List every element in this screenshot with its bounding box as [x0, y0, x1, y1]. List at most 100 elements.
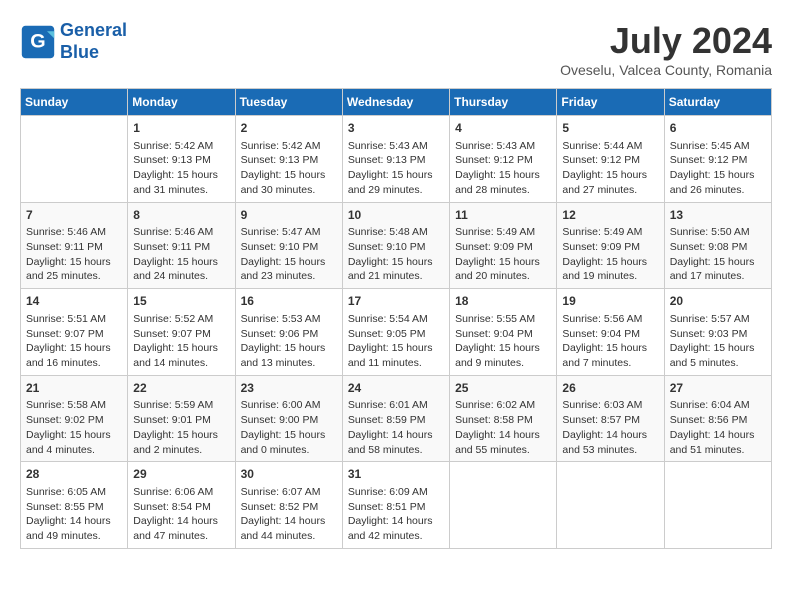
day-number: 27 — [670, 380, 766, 397]
calendar-cell: 29 Sunrise: 6:06 AMSunset: 8:54 PMDayligh… — [128, 462, 235, 549]
day-info: Sunrise: 6:04 AMSunset: 8:56 PMDaylight:… — [670, 398, 766, 457]
calendar-cell: 21Sunrise: 5:58 AMSunset: 9:02 PMDayligh… — [21, 375, 128, 462]
calendar-cell: 23Sunrise: 6:00 AMSunset: 9:00 PMDayligh… — [235, 375, 342, 462]
day-info: Sunrise: 5:55 AMSunset: 9:04 PMDaylight:… — [455, 312, 551, 371]
day-info: Sunrise: 5:45 AMSunset: 9:12 PMDaylight:… — [670, 139, 766, 198]
day-number: 10 — [348, 207, 444, 224]
calendar-cell: 27Sunrise: 6:04 AMSunset: 8:56 PMDayligh… — [664, 375, 771, 462]
calendar-cell: 12Sunrise: 5:49 AMSunset: 9:09 PMDayligh… — [557, 202, 664, 289]
weekday-header: Sunday — [21, 89, 128, 116]
logo-text: General Blue — [60, 20, 127, 63]
day-info: Sunrise: 5:56 AMSunset: 9:04 PMDaylight:… — [562, 312, 658, 371]
weekday-header: Thursday — [450, 89, 557, 116]
logo-icon: G — [20, 24, 56, 60]
day-number: 16 — [241, 293, 337, 310]
day-number: 30 — [241, 466, 337, 483]
day-info: Sunrise: 5:49 AMSunset: 9:09 PMDaylight:… — [455, 225, 551, 284]
day-info: Sunrise: 5:51 AMSunset: 9:07 PMDaylight:… — [26, 312, 122, 371]
calendar-cell: 9Sunrise: 5:47 AMSunset: 9:10 PMDaylight… — [235, 202, 342, 289]
calendar-cell: 25Sunrise: 6:02 AMSunset: 8:58 PMDayligh… — [450, 375, 557, 462]
day-number: 11 — [455, 207, 551, 224]
calendar-table: SundayMondayTuesdayWednesdayThursdayFrid… — [20, 88, 772, 549]
day-info: Sunrise: 5:46 AMSunset: 9:11 PMDaylight:… — [133, 225, 229, 284]
day-number: 14 — [26, 293, 122, 310]
calendar-cell — [664, 462, 771, 549]
day-info: Sunrise: 5:58 AMSunset: 9:02 PMDaylight:… — [26, 398, 122, 457]
day-info: Sunrise: 5:50 AMSunset: 9:08 PMDaylight:… — [670, 225, 766, 284]
calendar-cell — [557, 462, 664, 549]
day-info: Sunrise: 5:47 AMSunset: 9:10 PMDaylight:… — [241, 225, 337, 284]
day-info: Sunrise: 5:52 AMSunset: 9:07 PMDaylight:… — [133, 312, 229, 371]
calendar-cell: 17Sunrise: 5:54 AMSunset: 9:05 PMDayligh… — [342, 289, 449, 376]
calendar-cell: 4Sunrise: 5:43 AMSunset: 9:12 PMDaylight… — [450, 116, 557, 203]
day-number: 9 — [241, 207, 337, 224]
calendar-cell: 16 Sunrise: 5:53 AMSunset: 9:06 PMDayligh… — [235, 289, 342, 376]
day-info: Sunrise: 5:42 AMSunset: 9:13 PMDaylight:… — [133, 139, 229, 198]
calendar-cell: 7Sunrise: 5:46 AMSunset: 9:11 PMDaylight… — [21, 202, 128, 289]
weekday-header: Saturday — [664, 89, 771, 116]
calendar-cell: 5Sunrise: 5:44 AMSunset: 9:12 PMDaylight… — [557, 116, 664, 203]
title-block: July 2024 Oveselu, Valcea County, Romani… — [560, 20, 772, 78]
day-number: 26 — [562, 380, 658, 397]
page-header: G General Blue July 2024 Oveselu, Valcea… — [20, 20, 772, 78]
calendar-cell: 13Sunrise: 5:50 AMSunset: 9:08 PMDayligh… — [664, 202, 771, 289]
day-info: Sunrise: 6:03 AMSunset: 8:57 PMDaylight:… — [562, 398, 658, 457]
calendar-body: 1 Sunrise: 5:42 AMSunset: 9:13 PMDaylight… — [21, 116, 772, 549]
day-number: 2 — [241, 120, 337, 137]
day-number: 23 — [241, 380, 337, 397]
day-info: Sunrise: 5:53 AMSunset: 9:06 PMDaylight:… — [241, 312, 337, 371]
day-number: 1 — [133, 120, 229, 137]
calendar-cell: 10Sunrise: 5:48 AMSunset: 9:10 PMDayligh… — [342, 202, 449, 289]
month-title: July 2024 — [560, 20, 772, 62]
weekday-header: Wednesday — [342, 89, 449, 116]
day-info: Sunrise: 6:09 AMSunset: 8:51 PMDaylight:… — [348, 485, 444, 544]
day-info: Sunrise: 5:46 AMSunset: 9:11 PMDaylight:… — [26, 225, 122, 284]
calendar-cell: 26Sunrise: 6:03 AMSunset: 8:57 PMDayligh… — [557, 375, 664, 462]
day-info: Sunrise: 5:43 AMSunset: 9:13 PMDaylight:… — [348, 139, 444, 198]
day-number: 19 — [562, 293, 658, 310]
calendar-cell: 20Sunrise: 5:57 AMSunset: 9:03 PMDayligh… — [664, 289, 771, 376]
day-number: 12 — [562, 207, 658, 224]
calendar-cell: 22Sunrise: 5:59 AMSunset: 9:01 PMDayligh… — [128, 375, 235, 462]
calendar-cell: 31 Sunrise: 6:09 AMSunset: 8:51 PMDayligh… — [342, 462, 449, 549]
day-number: 7 — [26, 207, 122, 224]
calendar-cell — [21, 116, 128, 203]
day-number: 21 — [26, 380, 122, 397]
calendar-cell: 6 Sunrise: 5:45 AMSunset: 9:12 PMDaylight… — [664, 116, 771, 203]
day-number: 6 — [670, 120, 766, 137]
day-number: 24 — [348, 380, 444, 397]
day-number: 17 — [348, 293, 444, 310]
calendar-cell: 2 Sunrise: 5:42 AMSunset: 9:13 PMDaylight… — [235, 116, 342, 203]
day-info: Sunrise: 5:59 AMSunset: 9:01 PMDaylight:… — [133, 398, 229, 457]
day-info: Sunrise: 6:05 AMSunset: 8:55 PMDaylight:… — [26, 485, 122, 544]
day-number: 31 — [348, 466, 444, 483]
calendar-cell — [450, 462, 557, 549]
day-number: 28 — [26, 466, 122, 483]
svg-text:G: G — [30, 30, 45, 52]
day-info: Sunrise: 6:06 AMSunset: 8:54 PMDaylight:… — [133, 485, 229, 544]
day-info: Sunrise: 5:48 AMSunset: 9:10 PMDaylight:… — [348, 225, 444, 284]
weekday-header: Monday — [128, 89, 235, 116]
day-number: 18 — [455, 293, 551, 310]
day-number: 15 — [133, 293, 229, 310]
day-info: Sunrise: 5:43 AMSunset: 9:12 PMDaylight:… — [455, 139, 551, 198]
day-number: 8 — [133, 207, 229, 224]
calendar-cell: 8Sunrise: 5:46 AMSunset: 9:11 PMDaylight… — [128, 202, 235, 289]
day-info: Sunrise: 6:02 AMSunset: 8:58 PMDaylight:… — [455, 398, 551, 457]
logo: G General Blue — [20, 20, 127, 63]
calendar-cell: 1 Sunrise: 5:42 AMSunset: 9:13 PMDaylight… — [128, 116, 235, 203]
day-info: Sunrise: 5:42 AMSunset: 9:13 PMDaylight:… — [241, 139, 337, 198]
calendar-cell: 14 Sunrise: 5:51 AMSunset: 9:07 PMDayligh… — [21, 289, 128, 376]
day-info: Sunrise: 5:44 AMSunset: 9:12 PMDaylight:… — [562, 139, 658, 198]
weekday-header: Tuesday — [235, 89, 342, 116]
calendar-header: SundayMondayTuesdayWednesdayThursdayFrid… — [21, 89, 772, 116]
day-number: 29 — [133, 466, 229, 483]
day-number: 22 — [133, 380, 229, 397]
location: Oveselu, Valcea County, Romania — [560, 62, 772, 78]
day-number: 3 — [348, 120, 444, 137]
calendar-cell: 15 Sunrise: 5:52 AMSunset: 9:07 PMDayligh… — [128, 289, 235, 376]
day-info: Sunrise: 5:57 AMSunset: 9:03 PMDaylight:… — [670, 312, 766, 371]
calendar-cell: 18 Sunrise: 5:55 AMSunset: 9:04 PMDayligh… — [450, 289, 557, 376]
calendar-cell: 3 Sunrise: 5:43 AMSunset: 9:13 PMDaylight… — [342, 116, 449, 203]
day-number: 25 — [455, 380, 551, 397]
